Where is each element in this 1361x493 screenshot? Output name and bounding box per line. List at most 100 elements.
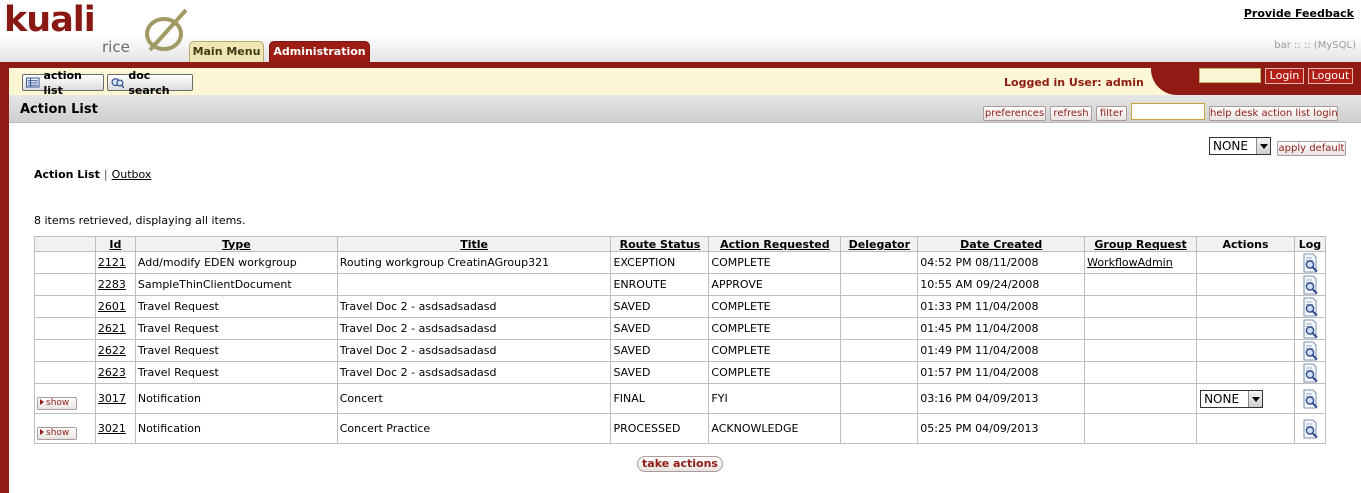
show-button[interactable]: show xyxy=(37,396,77,410)
subnav-outbox-link[interactable]: Outbox xyxy=(112,168,152,181)
cell-date-created: 01:49 PM 11/04/2008 xyxy=(917,339,1086,362)
cell-log[interactable] xyxy=(1293,273,1327,296)
cell-group-request xyxy=(1084,383,1198,414)
cell-title xyxy=(336,273,612,296)
cell-type: Travel Request xyxy=(134,295,338,318)
action-list-button[interactable]: action list xyxy=(22,69,104,97)
tab-administration[interactable]: Administration xyxy=(269,41,370,62)
cell-log[interactable] xyxy=(1293,339,1327,362)
cell-log[interactable] xyxy=(1293,251,1327,274)
col-title-header[interactable]: Title xyxy=(336,236,612,252)
col-log-header: Log xyxy=(1293,236,1327,252)
cell-type: Travel Request xyxy=(134,339,338,362)
cell-type: Notification xyxy=(134,413,338,444)
cell-actions xyxy=(1196,295,1295,318)
table-row: show 3017 Notification Concert FINAL FYI 03:16… xyxy=(34,383,1327,414)
table-row: 2623 Travel Request Travel Doc 2 - asdsads… xyxy=(34,361,1327,384)
cell-log[interactable] xyxy=(1293,361,1327,384)
logo-suffix: rice xyxy=(102,38,130,56)
cell-delegator xyxy=(840,413,919,444)
row-action-select[interactable]: NONE xyxy=(1200,389,1264,408)
page-titlebar: Action List preferences refresh filter h… xyxy=(9,95,1361,123)
doc-search-button[interactable]: doc search xyxy=(107,69,193,97)
backdoor-login-input[interactable] xyxy=(1199,68,1261,83)
cell-show xyxy=(34,251,96,274)
login-button[interactable]: Login xyxy=(1265,68,1304,84)
row-action-value: NONE xyxy=(1204,391,1240,406)
helpdesk-login-button[interactable]: help desk action list login xyxy=(1209,106,1338,121)
chevron-down-icon xyxy=(1256,138,1270,154)
apply-default-button[interactable]: apply default xyxy=(1277,141,1346,156)
cell-id[interactable]: 2621 xyxy=(94,317,136,340)
col-show-header xyxy=(34,236,96,252)
cell-date-created: 05:25 PM 04/09/2013 xyxy=(917,413,1086,444)
cell-title: Travel Doc 2 - asdsadsadasd xyxy=(336,317,612,340)
group-request-link[interactable]: WorkflowAdmin xyxy=(1087,256,1173,269)
preferences-button[interactable]: preferences xyxy=(983,106,1046,121)
kuali-rice-logo[interactable]: kuali rice xyxy=(4,0,194,58)
cell-id[interactable]: 2622 xyxy=(94,339,136,362)
cell-id[interactable]: 2121 xyxy=(94,251,136,274)
tab-main-menu[interactable]: Main Menu xyxy=(189,41,264,62)
helpdesk-user-input[interactable] xyxy=(1131,103,1205,120)
col-group-request-header[interactable]: Group Request xyxy=(1084,236,1198,252)
cell-delegator xyxy=(840,273,919,296)
cell-log[interactable] xyxy=(1293,413,1327,444)
cell-date-created: 01:57 PM 11/04/2008 xyxy=(917,361,1086,384)
doc-search-icon xyxy=(111,77,125,88)
cell-route-status: SAVED xyxy=(610,295,710,318)
cell-action-requested: ACKNOWLEDGE xyxy=(708,413,842,444)
filter-button[interactable]: filter xyxy=(1096,106,1127,121)
logout-button[interactable]: Logout xyxy=(1308,68,1353,84)
cell-id[interactable]: 2601 xyxy=(94,295,136,318)
cell-show xyxy=(34,295,96,318)
col-type-header[interactable]: Type xyxy=(134,236,338,252)
cell-id[interactable]: 3021 xyxy=(94,413,136,444)
cell-log[interactable] xyxy=(1293,317,1327,340)
col-date-created-header[interactable]: Date Created xyxy=(917,236,1086,252)
col-delegator-header[interactable]: Delegator xyxy=(840,236,919,252)
table-row: show 3021 Notification Concert Practice PROC… xyxy=(34,413,1327,444)
show-label: show xyxy=(46,397,70,408)
cell-date-created: 01:45 PM 11/04/2008 xyxy=(917,317,1086,340)
provide-feedback-link[interactable]: Provide Feedback xyxy=(1244,7,1354,20)
cell-id[interactable]: 3017 xyxy=(94,383,136,414)
default-action-select[interactable]: NONE xyxy=(1209,137,1271,155)
log-magnifier-icon xyxy=(1303,389,1318,408)
cell-delegator xyxy=(840,251,919,274)
list-subnav: Action List | Outbox xyxy=(34,168,151,181)
refresh-button[interactable]: refresh xyxy=(1050,106,1092,121)
show-button[interactable]: show xyxy=(37,426,77,440)
environment-info: bar :: :: (MySQL) xyxy=(1274,40,1356,51)
table-row: 2121 Add/modify EDEN workgroup Routing wor… xyxy=(34,251,1327,274)
cell-title: Concert Practice xyxy=(336,413,612,444)
cell-route-status: ENROUTE xyxy=(610,273,710,296)
cell-id[interactable]: 2623 xyxy=(94,361,136,384)
cell-type: Notification xyxy=(134,383,338,414)
col-id-header[interactable]: Id xyxy=(94,236,136,252)
cell-id[interactable]: 2283 xyxy=(94,273,136,296)
cell-delegator xyxy=(840,317,919,340)
cell-actions xyxy=(1196,339,1295,362)
cell-log[interactable] xyxy=(1293,383,1327,414)
cell-title: Travel Doc 2 - asdsadsadasd xyxy=(336,295,612,318)
results-count: 8 items retrieved, displaying all items. xyxy=(34,214,246,227)
cell-action-requested: COMPLETE xyxy=(708,361,842,384)
cell-log[interactable] xyxy=(1293,295,1327,318)
cell-route-status: PROCESSED xyxy=(610,413,710,444)
page-title: Action List xyxy=(20,102,98,117)
top-toolbar: action list doc search Logged in User: a… xyxy=(9,68,1361,97)
cell-type: Travel Request xyxy=(134,317,338,340)
col-action-requested-header[interactable]: Action Requested xyxy=(708,236,842,252)
cell-action-requested: FYI xyxy=(708,383,842,414)
cell-route-status: SAVED xyxy=(610,317,710,340)
cell-show: show xyxy=(34,383,96,414)
cell-group-request xyxy=(1084,413,1198,444)
log-magnifier-icon xyxy=(1303,319,1318,338)
rice-mark-icon xyxy=(145,8,188,52)
take-actions-button[interactable]: take actions xyxy=(637,456,723,472)
cell-show xyxy=(34,361,96,384)
cell-group-request xyxy=(1084,361,1198,384)
col-route-status-header[interactable]: Route Status xyxy=(610,236,710,252)
cell-type: Add/modify EDEN workgroup xyxy=(134,251,338,274)
